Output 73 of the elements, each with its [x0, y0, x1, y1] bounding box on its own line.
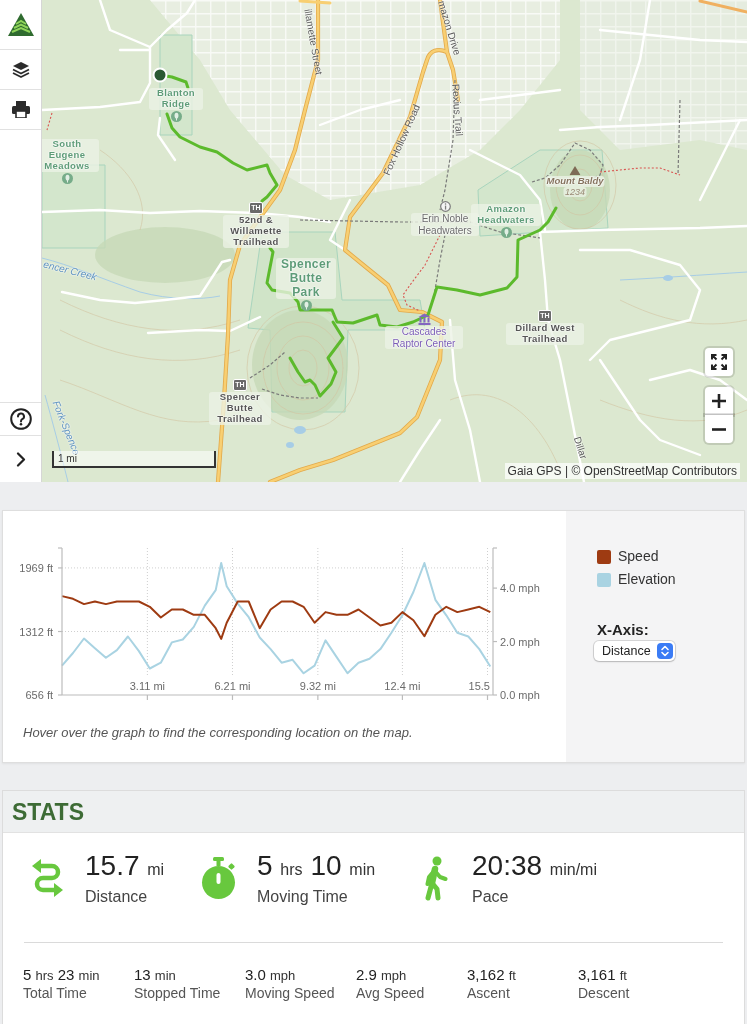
place-label: Dillard West Trailhead — [506, 323, 584, 345]
help-icon — [9, 408, 32, 430]
stat-label: Pace — [472, 887, 510, 906]
start-marker-icon — [152, 67, 168, 83]
stat-label: Avg Speed — [356, 985, 426, 1002]
tick-label: 656 ft — [25, 689, 53, 701]
stat-value: 20:38 min/mi — [472, 850, 597, 883]
zoom-out-button[interactable] — [705, 415, 733, 443]
stat-value: 2.9 mph — [356, 966, 408, 985]
place-label: Spencer Butte Trailhead — [209, 392, 271, 425]
tick-label: 1969 ft — [19, 561, 53, 574]
tick-label: 2.0 mph — [500, 635, 540, 648]
park-icon — [61, 172, 73, 184]
attribution-text: Gaia GPS | © OpenStreetMap Contributors — [504, 463, 740, 479]
x-axis-select[interactable]: Distance — [594, 641, 675, 661]
stat-label: Distance — [85, 887, 149, 906]
info-icon — [439, 201, 451, 212]
tick-label: 1312 ft — [19, 625, 53, 638]
elevation-label: 1234 — [564, 186, 586, 197]
chart-caption: Hover over the graph to find the corresponding location on the map. — [23, 725, 413, 741]
stat-value: 3.0 mph — [245, 966, 297, 985]
street-label: mazon Drive — [435, 0, 463, 57]
place-label: South Eugene Meadows — [42, 139, 99, 172]
stat-label: Ascent — [467, 985, 511, 1002]
stat-value: 15.7 mi — [85, 850, 165, 883]
stat-label: Total Time — [23, 985, 88, 1002]
logo-icon — [7, 13, 34, 36]
stat-label: Descent — [578, 985, 631, 1002]
place-label: Blanton Ridge — [149, 88, 203, 110]
tick-label: 9.32 mi — [299, 680, 336, 692]
tick-label: 0.0 mph — [500, 689, 540, 701]
tick-label: 4.0 mph — [500, 582, 540, 595]
street-label: encer Creek — [42, 258, 98, 284]
stopwatch-icon — [200, 857, 237, 899]
stat-label: Moving Speed — [245, 985, 336, 1002]
park-icon — [500, 226, 512, 238]
park-icon — [170, 110, 182, 122]
stepper-icon — [656, 643, 673, 659]
fullscreen-button[interactable] — [705, 348, 733, 376]
tick-label: 15.5 — [468, 680, 490, 692]
zoom-in-button[interactable] — [705, 387, 733, 415]
place-label: Spencer Butte Park — [276, 258, 336, 300]
place-label: 52nd & Willamette Trailhead — [223, 215, 289, 248]
tick-label: 6.21 mi — [214, 680, 251, 692]
street-label: illamette Street — [301, 8, 325, 76]
place-label: Erin Noble Headwaters — [411, 213, 479, 236]
fullscreen-icon — [711, 354, 727, 370]
tick-label: 3.11 mi — [129, 680, 165, 692]
park-icon — [300, 300, 312, 312]
stat-value: 3,161 ft — [578, 966, 628, 985]
arrows-icon — [32, 858, 63, 898]
legend-label: Speed — [618, 549, 659, 564]
stat-value: 5 hrs 23 min — [23, 966, 101, 985]
place-label: Mount Baldy — [545, 176, 605, 187]
place-label: Cascades Raptor Center — [385, 326, 463, 349]
print-icon — [11, 101, 30, 118]
chevron-right-icon — [15, 451, 26, 467]
place-label: Amazon Headwaters — [471, 204, 541, 226]
tick-label: 12.4 mi — [384, 680, 421, 692]
layers-icon — [11, 61, 30, 78]
legend-label: Elevation — [618, 572, 676, 587]
stat-value: 5 hrs 10 min — [257, 850, 376, 883]
field-label: X-Axis: — [597, 622, 649, 638]
museum-icon — [417, 313, 431, 325]
stat-label: Moving Time — [257, 887, 349, 906]
stat-value: 3,162 ft — [467, 966, 517, 985]
street-label: Dillar — [570, 435, 590, 461]
section-title: STATS — [12, 798, 84, 825]
stat-label: Stopped Time — [134, 985, 222, 1002]
stat-value: 13 min — [134, 966, 177, 985]
plus-icon — [712, 393, 726, 408]
minus-icon — [712, 427, 726, 431]
street-label: Rexius Trail — [449, 83, 465, 137]
